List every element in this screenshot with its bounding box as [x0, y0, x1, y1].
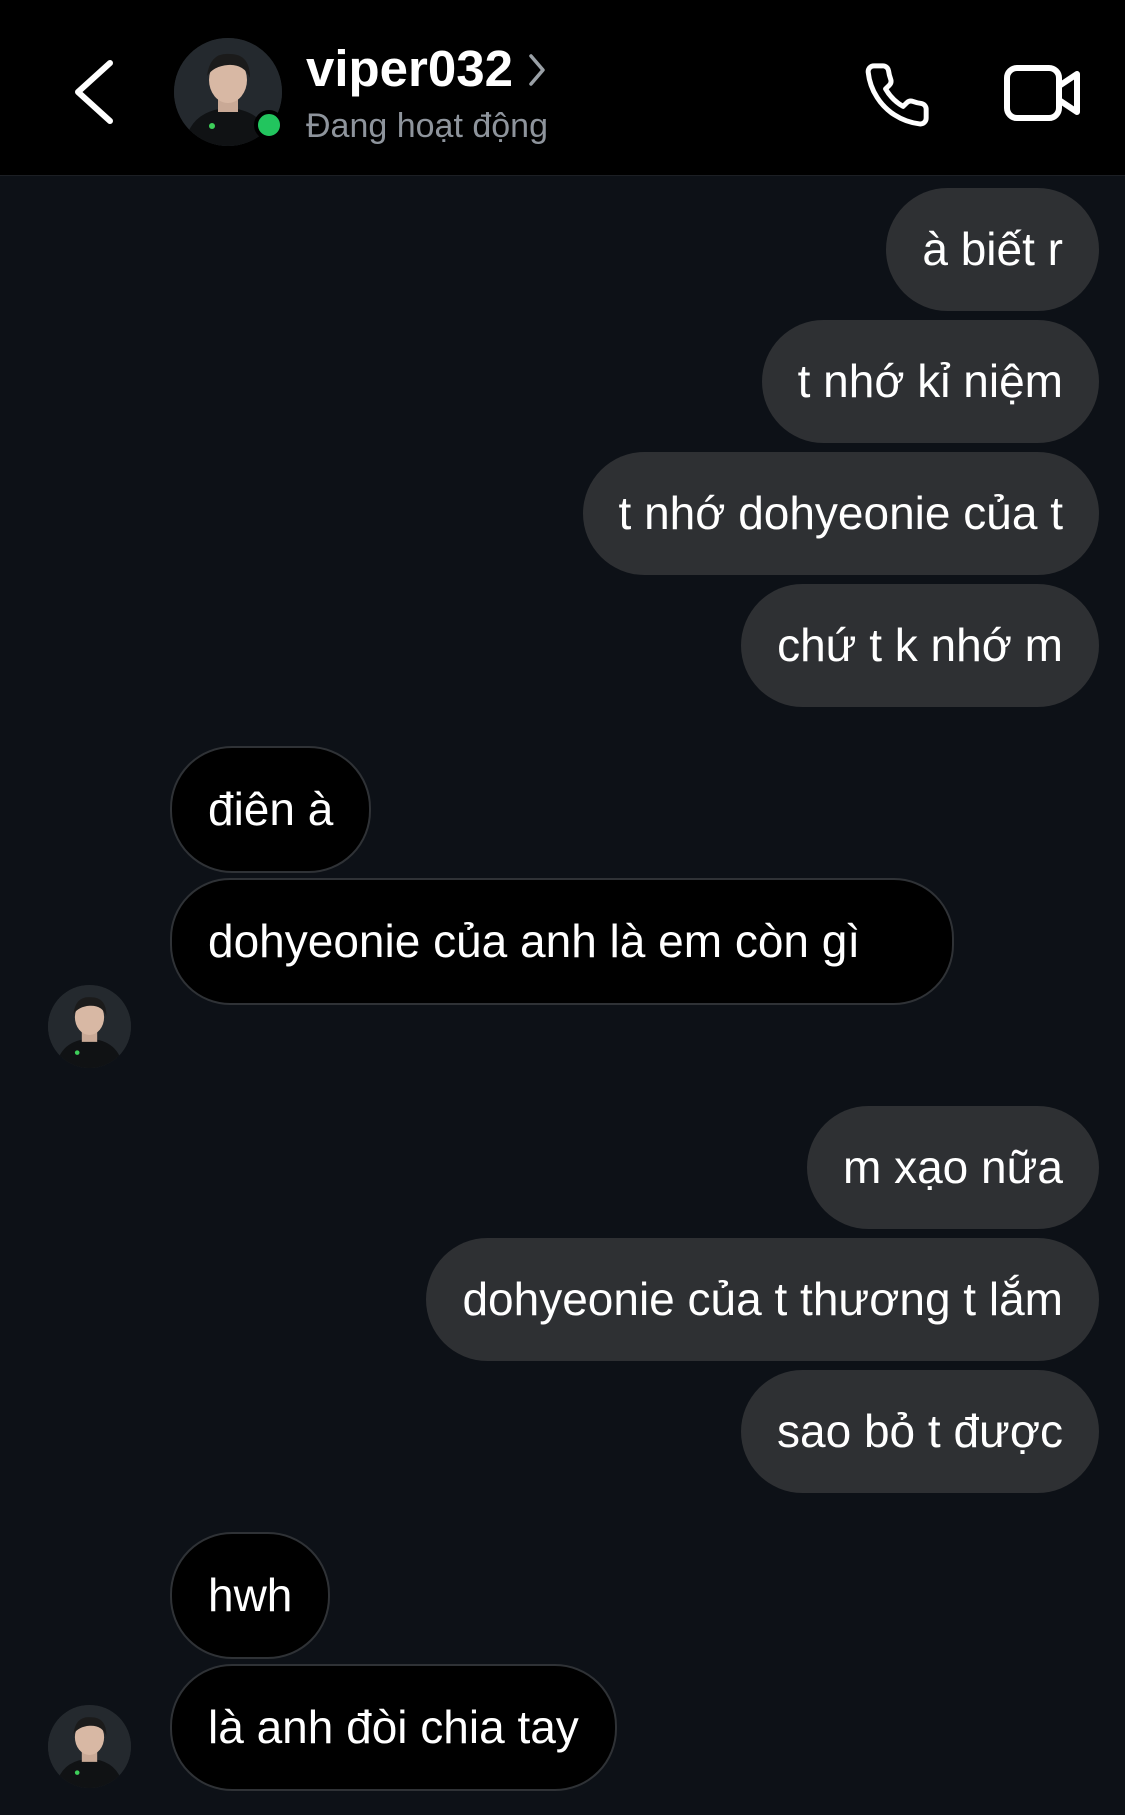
message-outgoing[interactable]: m xạo nữa	[806, 1106, 1099, 1229]
video-camera-icon	[1004, 65, 1080, 121]
chat-header: viper032 Đang hoạt động	[0, 0, 1125, 176]
message-outgoing[interactable]: t nhớ kỉ niệm	[761, 320, 1099, 443]
phone-icon	[865, 63, 929, 127]
active-status: Đang hoạt động	[306, 107, 548, 145]
message-incoming[interactable]: hwh	[170, 1532, 331, 1659]
back-button[interactable]	[70, 55, 120, 130]
username: viper032	[306, 40, 513, 97]
message-incoming[interactable]: là anh đòi chia tay	[170, 1664, 617, 1791]
voice-call-button[interactable]	[862, 60, 932, 130]
online-status-dot	[254, 110, 284, 140]
video-call-button[interactable]	[1002, 58, 1082, 128]
message-outgoing[interactable]: à biết r	[886, 188, 1099, 311]
profile-avatar[interactable]	[174, 38, 284, 146]
profile-title[interactable]: viper032 Đang hoạt động	[306, 38, 548, 146]
message-outgoing[interactable]: t nhớ dohyeonie của t	[582, 452, 1099, 575]
message-outgoing[interactable]: chứ t k nhớ m	[741, 584, 1099, 707]
message-outgoing[interactable]: dohyeonie của t thương t lắm	[426, 1238, 1099, 1361]
message-outgoing[interactable]: sao bỏ t được	[741, 1370, 1099, 1493]
message-incoming[interactable]: dohyeonie của anh là em còn gì	[170, 878, 954, 1005]
sender-avatar[interactable]	[48, 985, 131, 1068]
sender-avatar[interactable]	[48, 1705, 131, 1788]
chevron-right-icon	[527, 52, 547, 93]
message-incoming[interactable]: điên à	[170, 746, 372, 873]
chevron-left-icon	[75, 60, 113, 124]
